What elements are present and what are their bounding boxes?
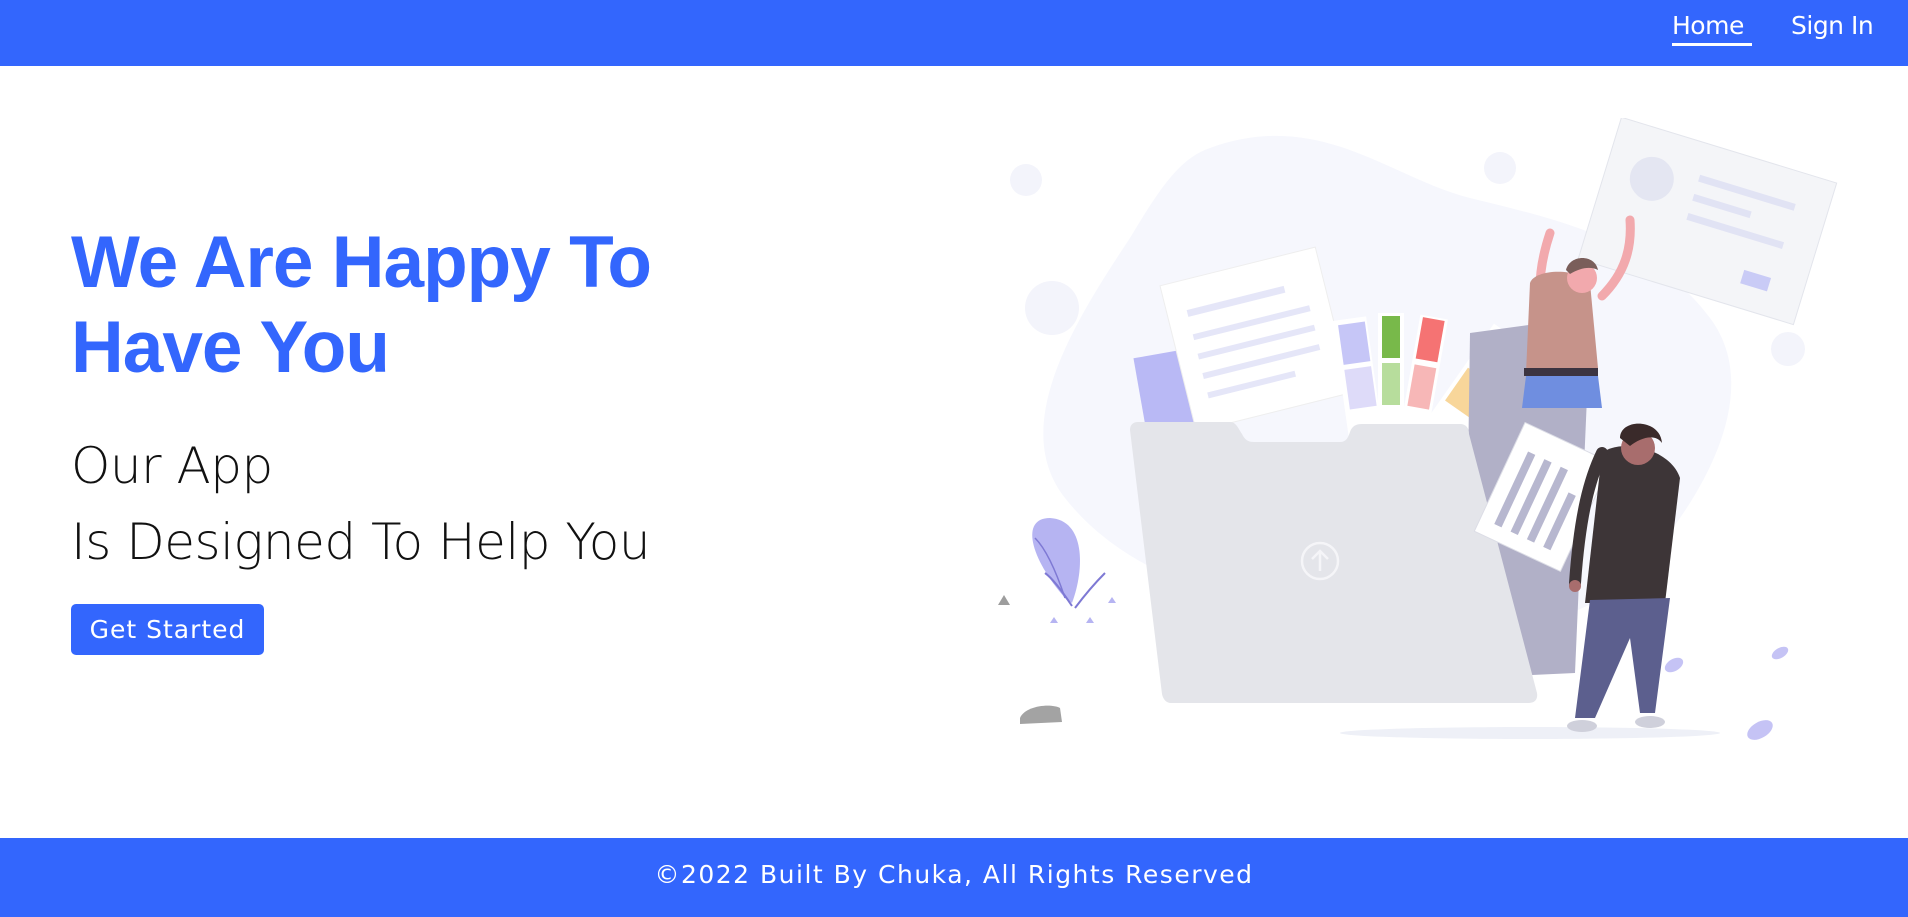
- decor-circle: [1484, 152, 1516, 184]
- top-navbar: Home Sign In: [0, 0, 1908, 66]
- leaves-decoration: [1664, 646, 1789, 740]
- hero-subtitle-line-1: Our App: [71, 437, 273, 495]
- get-started-button[interactable]: Get Started: [71, 604, 264, 655]
- decor-circle: [1771, 332, 1805, 366]
- folder-front: [1130, 422, 1538, 703]
- decor-circle: [1010, 164, 1042, 196]
- hero-title: We Are Happy To Have You: [71, 222, 652, 388]
- page-footer: ©2022 Built By Chuka, All Rights Reserve…: [0, 838, 1908, 917]
- plant-decoration: [998, 518, 1116, 724]
- nav-home-active-underline: [1672, 43, 1752, 46]
- file-upload-illustration: [998, 118, 1838, 740]
- nav-signin-link[interactable]: Sign In: [1791, 10, 1874, 42]
- hero-subtitle: Our App Is Designed To Help You: [71, 428, 651, 580]
- footer-copyright: ©2022 Built By Chuka, All Rights Reserve…: [654, 860, 1254, 889]
- decor-circle: [1025, 281, 1079, 335]
- hero-subtitle-line-2: Is Designed To Help You: [71, 513, 651, 571]
- ground-shadow: [1340, 727, 1720, 739]
- nav-home-link[interactable]: Home: [1672, 10, 1744, 42]
